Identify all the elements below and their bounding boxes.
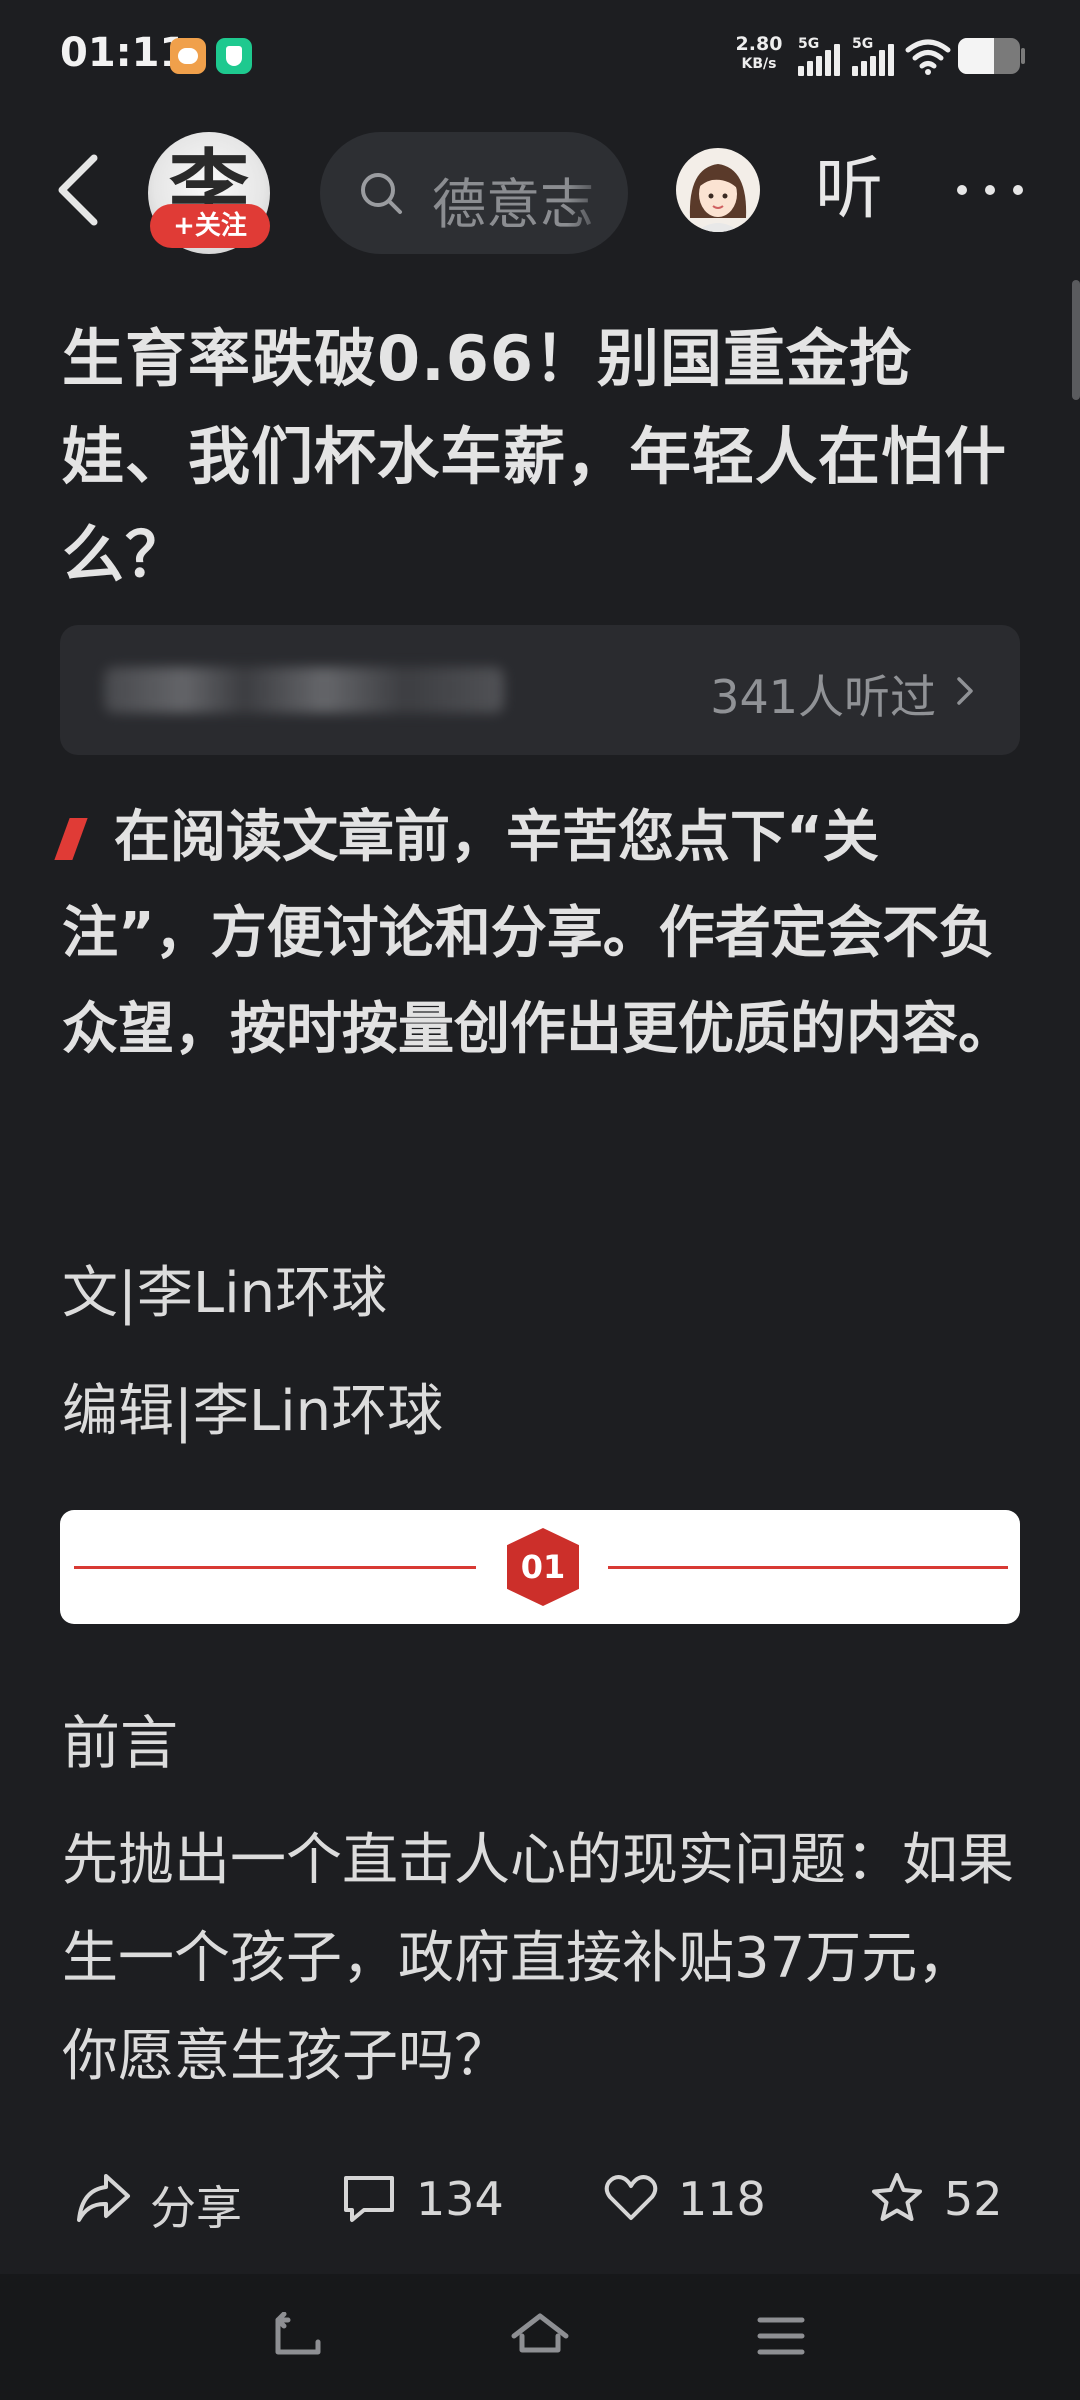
like-button[interactable]: 118 [602,2166,766,2230]
share-icon [77,2174,130,2222]
section-divider-image: 01 [60,1510,1020,1624]
share-button[interactable]: 分享 [74,2166,254,2235]
comment-button[interactable]: 134 [340,2166,504,2230]
section-number: 01 [520,1548,566,1586]
article-title: 生育率跌破0.66！别国重金抢娃、我们杯水车薪，年轻人在怕什么？ [62,322,1008,591]
reader-avatar-illustration [689,164,747,232]
search-placeholder: 德意志 [432,173,594,236]
star-icon [872,2173,922,2221]
status-bar: 01:11 2.80 KB/s 5G 5G [0,0,1080,110]
section-number-badge: 01 [507,1528,579,1606]
more-options-icon[interactable] [950,170,1030,210]
signal-icon-sim1: 5G [796,36,846,76]
scrollbar[interactable] [1072,280,1080,400]
system-navigation-bar [0,2274,1080,2400]
comment-count: 134 [416,2172,504,2226]
heart-icon [604,2175,658,2220]
article-paragraph: 先抛出一个直击人心的现实问题：如果生一个孩子，政府直接补贴37万元，你愿意生孩子… [62,1828,1014,2089]
battery-fill [958,38,994,74]
network-type-label: 5G [852,36,874,52]
byline-editor: 编辑|李Lin环球 [62,1379,444,1444]
intro-callout: 在阅读文章前，辛苦您点下“关注”，方便讨论和分享。作者定会不负众望，按时按量创作… [54,790,1022,1078]
like-count: 118 [678,2172,766,2226]
search-icon [361,173,402,214]
follow-button[interactable]: +关注 [150,204,270,248]
back-button[interactable] [50,150,110,230]
listen-count: 341人听过 [710,670,936,724]
top-navigation: 李 +关注 德意志 听 [0,120,1080,270]
system-back-icon[interactable] [270,2312,326,2362]
byline-author: 文|李Lin环球 [62,1261,388,1326]
section-heading: 前言 [62,1709,179,1777]
comment-icon [344,2176,394,2222]
share-label: 分享 [150,2181,242,2235]
audio-listen-card[interactable]: 341人听过 [60,625,1020,755]
divider-line-right [608,1566,1008,1569]
favorite-count: 52 [944,2172,1003,2226]
app-notification-icon [170,38,206,74]
blurred-audio-title [104,667,504,713]
status-time: 01:11 [60,30,188,76]
system-menu-icon[interactable] [756,2312,806,2362]
intro-text: 在阅读文章前，辛苦您点下“关注”，方便讨论和分享。作者定会不负众望，按时按量创作… [62,805,1014,1062]
battery-icon [958,38,1020,74]
red-accent-mark [54,818,88,860]
system-home-icon[interactable] [510,2312,570,2362]
network-speed-value: 2.80 [735,33,783,55]
voice-reader-avatar[interactable] [676,148,760,232]
signal-icon-sim2: 5G [850,36,900,76]
article-action-bar: 分享 134 118 52 [0,2150,1080,2250]
network-speed-unit: KB/s [741,56,777,72]
listen-button[interactable]: 听 [815,150,883,230]
network-speed: 2.80 KB/s [733,34,785,74]
battery-tip [1021,48,1025,64]
wifi-icon [905,39,951,75]
divider-line-left [74,1566,476,1569]
network-type-label: 5G [798,36,820,52]
search-input[interactable]: 德意志 [320,132,628,254]
chevron-right-icon [957,677,973,705]
favorite-button[interactable]: 52 [868,2166,1028,2230]
security-app-icon [216,38,252,74]
